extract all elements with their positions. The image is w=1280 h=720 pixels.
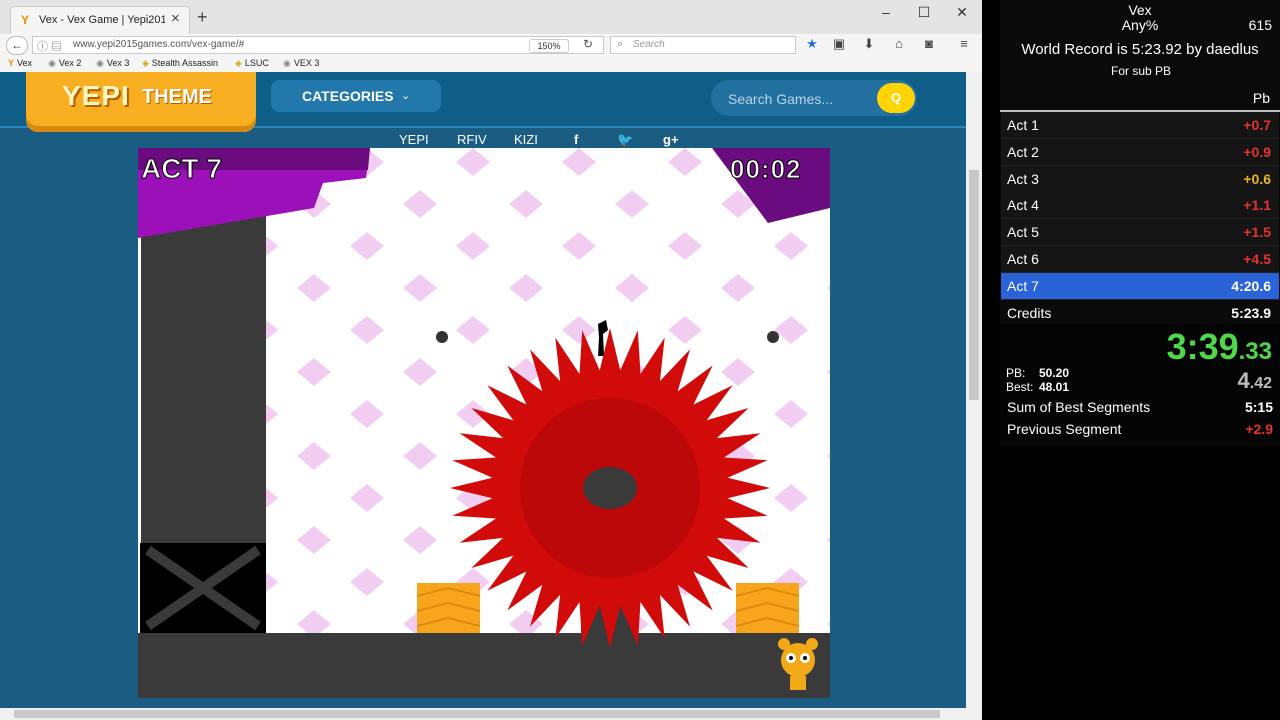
- split-name: Act 5: [1007, 224, 1039, 241]
- main-timer: 3:39.33: [1167, 326, 1272, 368]
- bookmark-vex[interactable]: Y Vex: [8, 58, 32, 68]
- tab-title: Vex - Vex Game | Yepi2015Ga: [39, 14, 165, 26]
- split-delta: +0.7: [1243, 117, 1271, 133]
- bookmark-stealth-assassin[interactable]: ◈ Stealth Assassin: [142, 58, 218, 69]
- download-icon[interactable]: ⬇: [860, 36, 878, 52]
- nav-link-kizi[interactable]: KIZI: [514, 132, 538, 147]
- minimize-icon[interactable]: –: [871, 4, 901, 20]
- site-search-button[interactable]: Q: [877, 83, 915, 113]
- browser-tab[interactable]: Y Vex - Vex Game | Yepi2015Ga ×: [10, 6, 190, 34]
- facebook-icon[interactable]: f: [574, 132, 578, 147]
- anchor-dot-right: [767, 331, 779, 343]
- categories-button[interactable]: CATEGORIES ⌄: [271, 80, 441, 112]
- search-icon: ⌕: [617, 38, 624, 50]
- split-name: Act 1: [1007, 117, 1039, 133]
- bookmark-star-icon[interactable]: ★: [803, 36, 821, 52]
- segment-timer: 4.42: [1238, 368, 1273, 394]
- split-row: Act 5 +1.5: [1001, 219, 1279, 247]
- act-label: ACT 7: [141, 153, 222, 184]
- home-icon[interactable]: ⌂: [890, 36, 908, 51]
- split-row: Credits 5:23.9: [1001, 299, 1279, 327]
- vertical-scrollbar-thumb[interactable]: [969, 170, 979, 400]
- segment-timer-value: 4: [1237, 368, 1250, 393]
- url-text: www.yepi2015games.com/vex-game/#: [73, 39, 245, 50]
- split-delta: 4:20.6: [1231, 277, 1271, 294]
- split-delta: +1.5: [1243, 224, 1271, 241]
- world-record-text: World Record is 5:23.92 by daedlus: [1021, 41, 1259, 58]
- previous-segment-label: Previous Segment: [1007, 421, 1122, 437]
- close-window-icon[interactable]: ✕: [947, 4, 977, 21]
- zoom-indicator[interactable]: 150%: [529, 39, 569, 53]
- split-row: Act 7 4:20.6: [1001, 272, 1279, 300]
- site-search-input[interactable]: Search Games... Q: [711, 80, 917, 116]
- attempt-count: 615: [1248, 17, 1272, 33]
- main-timer-fraction: .33: [1238, 338, 1272, 365]
- split-game-title: Vex: [1128, 2, 1152, 18]
- split-name: Act 6: [1007, 251, 1039, 267]
- bookmark-vex-2[interactable]: ◉ Vex 2: [48, 58, 81, 69]
- reload-icon[interactable]: ↻: [583, 37, 593, 51]
- bookmark-vex-3b[interactable]: ◉ VEX 3: [283, 58, 319, 69]
- maximize-icon[interactable]: ☐: [909, 4, 939, 21]
- split-name: Act 7: [1007, 277, 1039, 294]
- anchor-dot-left: [436, 331, 448, 343]
- split-delta: +0.9: [1243, 143, 1271, 160]
- search-placeholder: Search: [633, 39, 665, 50]
- split-delta: +4.5: [1243, 251, 1271, 267]
- info-icon[interactable]: ⓘ ▤: [37, 38, 62, 54]
- pb-label: PB:: [1006, 366, 1026, 380]
- menu-icon[interactable]: ≡: [955, 36, 973, 51]
- split-row: Act 4 +1.1: [1001, 192, 1279, 220]
- game-scene: ACT 7 00:02: [138, 148, 830, 698]
- yepi-icon: Y: [21, 13, 30, 27]
- twitter-icon[interactable]: 🐦: [617, 132, 633, 148]
- split-name: Act 2: [1007, 143, 1039, 160]
- split-name: Act 3: [1007, 170, 1039, 187]
- nav-link-rfiv[interactable]: RFIV: [457, 132, 487, 147]
- nav-link-yepi[interactable]: YEPI: [399, 132, 429, 147]
- split-row: Act 3 +0.6: [1001, 165, 1279, 193]
- sum-of-best-value: 5:15: [1244, 399, 1273, 415]
- split-delta: +1.1: [1243, 197, 1271, 214]
- best-value: 48.01: [1039, 380, 1070, 394]
- bookmark-vex-3[interactable]: ◉ Vex 3: [96, 58, 129, 69]
- search-input[interactable]: ⌕ Search: [610, 36, 796, 54]
- floor: [138, 633, 830, 698]
- best-label: Best:: [1006, 380, 1034, 394]
- browser-window: Y Vex - Vex Game | Yepi2015Ga × + – ☐ ✕ …: [0, 0, 982, 720]
- game-canvas[interactable]: ACT 7 00:02: [138, 148, 830, 698]
- previous-segment-value: +2.9: [1245, 421, 1273, 437]
- categories-label: CATEGORIES: [302, 88, 394, 104]
- split-delta: 5:23.9: [1231, 304, 1271, 321]
- pb-value: 50.20: [1039, 366, 1070, 380]
- segment-timer-fraction: .42: [1249, 375, 1272, 392]
- back-button[interactable]: ←: [6, 36, 28, 55]
- split-category: Any%: [1121, 17, 1159, 33]
- split-row: Act 1 +0.7: [1001, 112, 1279, 139]
- logo-yepi-text: YEPI: [62, 80, 130, 111]
- for-sub-pb-text: For sub PB: [1111, 64, 1172, 78]
- split-name: Credits: [1007, 304, 1052, 321]
- main-timer-value: 3:39: [1166, 326, 1239, 367]
- logo-theme-text: THEME: [142, 86, 212, 108]
- url-bar[interactable]: ⓘ ▤ www.yepi2015games.com/vex-game/# 150…: [32, 36, 604, 54]
- livesplit-panel: Vex Any% 615 World Record is 5:23.92 by …: [1000, 0, 1280, 445]
- pocket-icon[interactable]: ◙: [920, 36, 938, 51]
- new-tab-icon[interactable]: +: [197, 8, 208, 26]
- reading-list-icon[interactable]: ▣: [830, 36, 848, 52]
- site-logo[interactable]: YEPI THEME: [26, 72, 256, 132]
- split-name: Act 4: [1007, 197, 1039, 214]
- split-delta: +0.6: [1243, 170, 1271, 187]
- bookmark-lsuc[interactable]: ◈ LSUC: [235, 58, 269, 69]
- site-search-placeholder: Search Games...: [728, 91, 834, 107]
- comparison-header: Pb: [1252, 90, 1270, 106]
- split-row: Act 6 +4.5: [1001, 246, 1279, 273]
- horizontal-scrollbar-thumb[interactable]: [14, 710, 940, 718]
- chevron-down-icon: ⌄: [401, 90, 411, 102]
- game-timer: 00:02: [730, 154, 802, 184]
- sum-of-best-label: Sum of Best Segments: [1007, 399, 1151, 415]
- google-plus-icon[interactable]: g+: [663, 132, 679, 147]
- split-row: Act 2 +0.9: [1001, 138, 1279, 166]
- close-tab-icon[interactable]: ×: [171, 10, 180, 27]
